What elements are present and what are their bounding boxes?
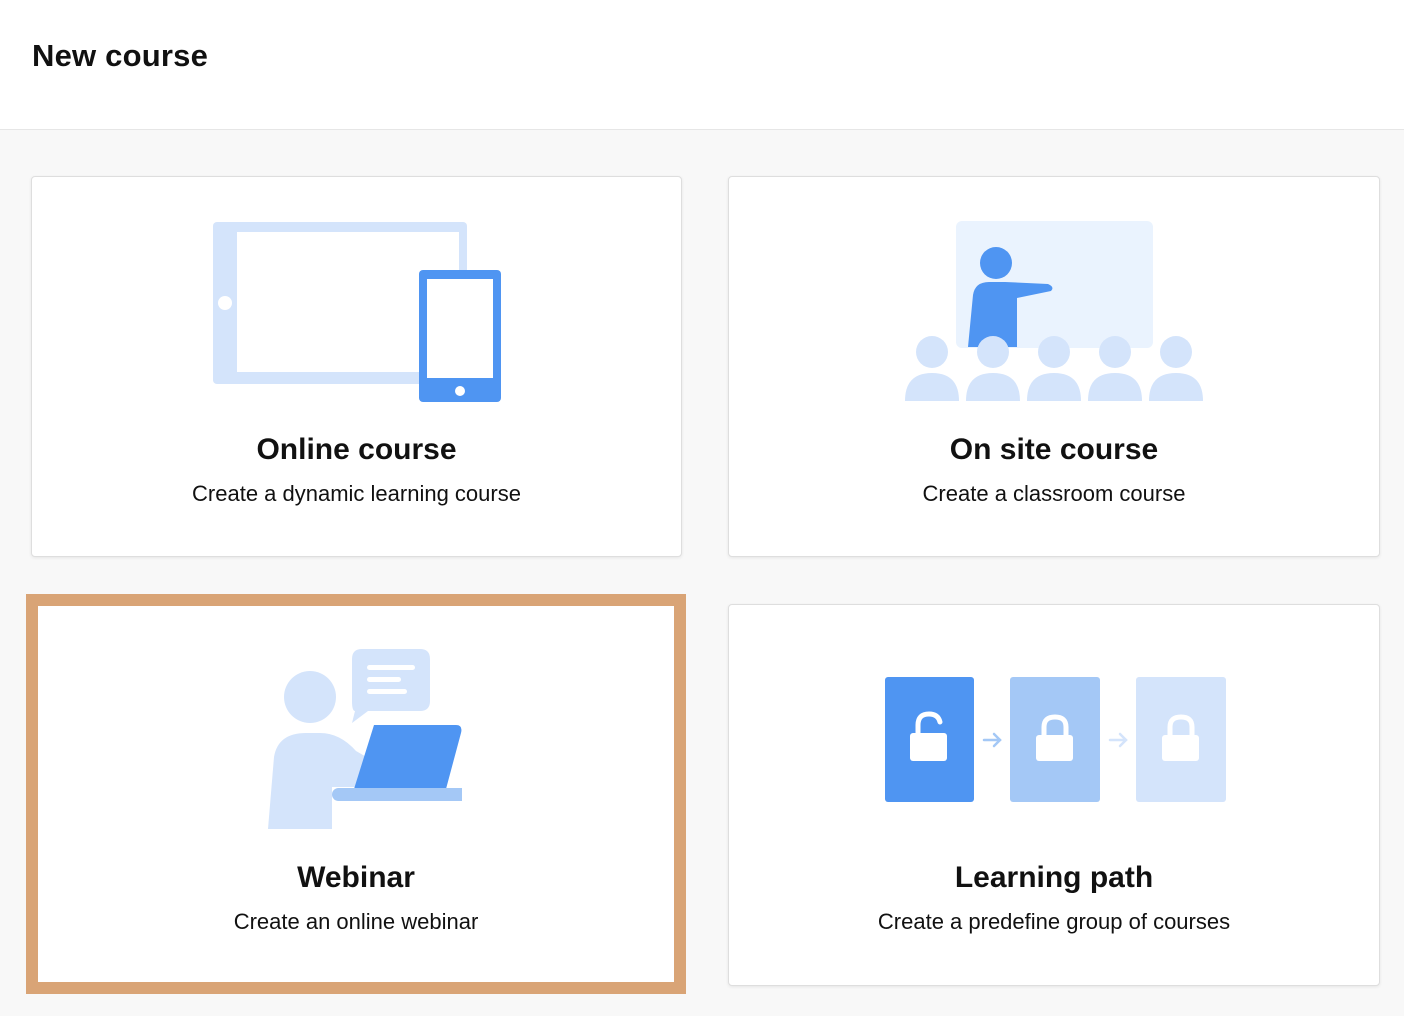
learning-path-icon	[885, 677, 1226, 802]
webinar-card[interactable]: Webinar Create an online webinar	[26, 594, 686, 994]
online-course-card[interactable]: Online course Create a dynamic learning …	[31, 176, 682, 557]
card-description: Create a classroom course	[922, 481, 1186, 506]
card-description: Create a dynamic learning course	[192, 481, 521, 506]
card-description: Create an online webinar	[233, 909, 479, 934]
card-title: Online course	[256, 433, 457, 466]
page-title: New course	[32, 38, 209, 73]
learning-path-card[interactable]: Learning path Create a predefine group o…	[728, 604, 1380, 986]
card-title: On site course	[949, 433, 1159, 466]
card-title: Webinar	[297, 861, 415, 894]
on-site-course-card[interactable]: On site course Create a classroom course	[728, 176, 1380, 557]
classroom-icon	[905, 221, 1203, 401]
card-description: Create a predefine group of courses	[877, 909, 1231, 934]
devices-icon	[213, 222, 501, 402]
webinar-icon	[268, 649, 462, 829]
page-header: New course	[0, 0, 1404, 130]
card-title: Learning path	[954, 861, 1154, 894]
